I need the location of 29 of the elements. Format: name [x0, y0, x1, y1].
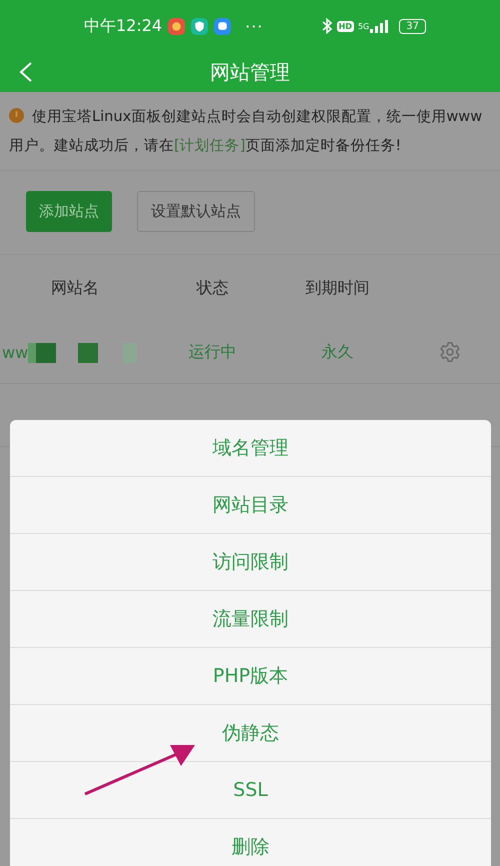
menu-item[interactable]: 流量限制: [10, 590, 491, 647]
add-site-button[interactable]: 添加站点: [26, 191, 112, 232]
expiry-text: 永久: [320, 342, 354, 362]
menu-item[interactable]: SSL: [10, 761, 491, 818]
page-title: 网站管理: [209, 58, 291, 86]
menu-item[interactable]: 域名管理: [10, 420, 491, 476]
bluetooth-icon: [322, 18, 332, 34]
menu-item[interactable]: 网站目录: [10, 476, 491, 533]
status-text: 运行中: [188, 342, 238, 362]
status-time: 中午12:24: [84, 16, 162, 36]
notice-text: 使用宝塔Linux面板创建站点时会自动创建权限配置，统一使用www用户。建站成功后，请在[计划任务]页面添加定时备份任务!: [9, 107, 484, 156]
battery-level: 37: [399, 18, 426, 34]
hd-badge: HD: [336, 20, 354, 32]
column-header: 网站名: [50, 278, 100, 298]
menu-item[interactable]: PHP版本: [10, 647, 491, 704]
warning-icon: [9, 108, 24, 123]
column-header: 到期时间: [304, 278, 370, 298]
menu-item[interactable]: 访问限制: [10, 533, 491, 590]
chat-icon: [214, 18, 232, 34]
site-name: ww: [1, 342, 28, 362]
network-type: 5G: [358, 22, 370, 30]
scheduled-task-link[interactable]: [计划任务]: [174, 137, 246, 154]
more-notifications: ···: [245, 16, 264, 36]
app-icon: [168, 18, 186, 34]
settings-icon[interactable]: [439, 341, 461, 363]
default-site-button[interactable]: 设置默认站点: [137, 191, 255, 232]
menu-item[interactable]: 删除: [10, 818, 491, 866]
column-header: 状态: [195, 278, 230, 298]
shield-icon: [191, 18, 208, 34]
